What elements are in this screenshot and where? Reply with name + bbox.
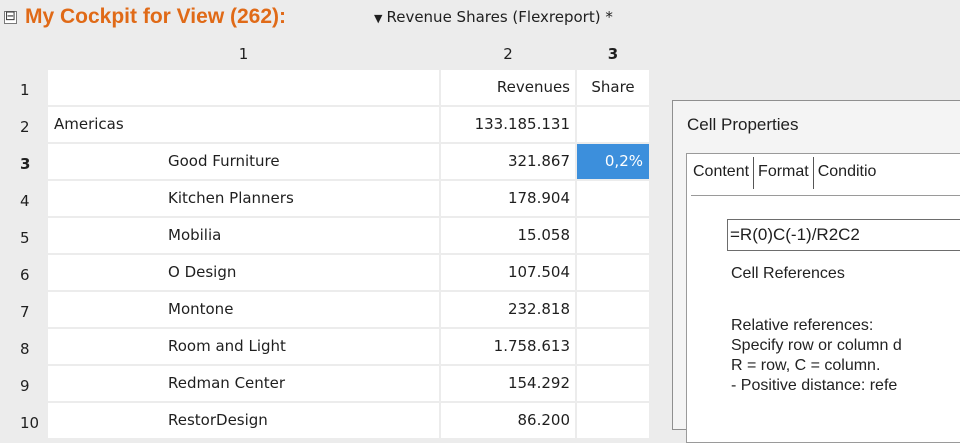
tab-content[interactable]: Content — [691, 157, 755, 189]
cell-share[interactable] — [577, 366, 649, 401]
row-header-4[interactable]: 4 — [0, 181, 46, 217]
cell-revenues[interactable]: Revenues — [441, 70, 575, 105]
cockpit-header: ⊟ My Cockpit for View (262): ▼ Revenue Sh… — [0, 0, 960, 40]
cell-revenues[interactable]: 232.818 — [441, 292, 575, 327]
view-label: Revenue Shares (Flexreport) * — [386, 8, 613, 26]
help-line-3: R = row, C = column. — [731, 357, 881, 374]
cell-revenues[interactable]: 154.292 — [441, 366, 575, 401]
tab-conditions[interactable]: Conditio — [814, 157, 881, 189]
help-line-2: Specify row or column d — [731, 337, 902, 354]
cell-revenues[interactable]: 133.185.131 — [441, 107, 575, 142]
section-label: Cell References — [731, 265, 845, 282]
row-header-10[interactable]: 10 — [0, 403, 46, 439]
cell-name[interactable]: Americas — [48, 107, 439, 142]
help-line-4: - Positive distance: refe — [731, 377, 898, 394]
row-header-8[interactable]: 8 — [0, 329, 46, 365]
dropdown-triangle-icon[interactable]: ▼ — [374, 12, 382, 25]
cell-name[interactable]: Kitchen Planners — [48, 181, 439, 216]
collapse-toggle-icon[interactable]: ⊟ — [4, 10, 17, 24]
cell-name[interactable]: RestorDesign — [48, 403, 439, 438]
dialog-tabs: Content Format Conditio — [691, 157, 880, 195]
cell-revenues[interactable]: 1.758.613 — [441, 329, 575, 364]
help-line-1: Relative references: — [731, 317, 874, 334]
cell-revenues[interactable]: 178.904 — [441, 181, 575, 216]
cell-name[interactable]: O Design — [48, 255, 439, 290]
column-header-3[interactable]: 3 — [577, 38, 649, 70]
row-header-1[interactable]: 1 — [0, 70, 46, 106]
tabs-divider — [691, 195, 960, 196]
cell-share-selected[interactable]: 0,2% — [577, 144, 649, 179]
cell-revenues[interactable]: 321.867 — [441, 144, 575, 179]
dialog-title: Cell Properties — [687, 115, 799, 134]
cell-name[interactable]: Mobilia — [48, 218, 439, 253]
row-header-5[interactable]: 5 — [0, 218, 46, 254]
cell-share[interactable] — [577, 255, 649, 290]
cockpit-title: My Cockpit for View (262): — [25, 5, 287, 28]
formula-input[interactable]: =R(0)C(-1)/R2C2 — [727, 219, 960, 251]
cell-share[interactable] — [577, 181, 649, 216]
cell-name[interactable] — [48, 70, 439, 105]
cell-revenues[interactable]: 86.200 — [441, 403, 575, 438]
row-header-9[interactable]: 9 — [0, 366, 46, 402]
cell-share[interactable] — [577, 403, 649, 438]
view-selector[interactable]: ▼ Revenue Shares (Flexreport) * — [374, 8, 613, 26]
tab-panel — [686, 153, 960, 443]
cell-share[interactable] — [577, 329, 649, 364]
cell-share[interactable] — [577, 292, 649, 327]
cell-name[interactable]: Montone — [48, 292, 439, 327]
tab-format[interactable]: Format — [754, 157, 814, 189]
cell-name[interactable]: Redman Center — [48, 366, 439, 401]
cell-share[interactable] — [577, 107, 649, 142]
row-header-3[interactable]: 3 — [0, 144, 46, 180]
cell-name[interactable]: Good Furniture — [48, 144, 439, 179]
cell-properties-dialog: Cell Properties Content Format Conditio =R… — [672, 100, 960, 443]
row-header-6[interactable]: 6 — [0, 255, 46, 291]
column-header-1[interactable]: 1 — [48, 38, 439, 70]
column-header-2[interactable]: 2 — [441, 38, 575, 70]
cell-name[interactable]: Room and Light — [48, 329, 439, 364]
row-header-2[interactable]: 2 — [0, 107, 46, 143]
cell-revenues[interactable]: 107.504 — [441, 255, 575, 290]
cell-share[interactable]: Share — [577, 70, 649, 105]
cell-revenues[interactable]: 15.058 — [441, 218, 575, 253]
row-header-7[interactable]: 7 — [0, 292, 46, 328]
cell-share[interactable] — [577, 218, 649, 253]
